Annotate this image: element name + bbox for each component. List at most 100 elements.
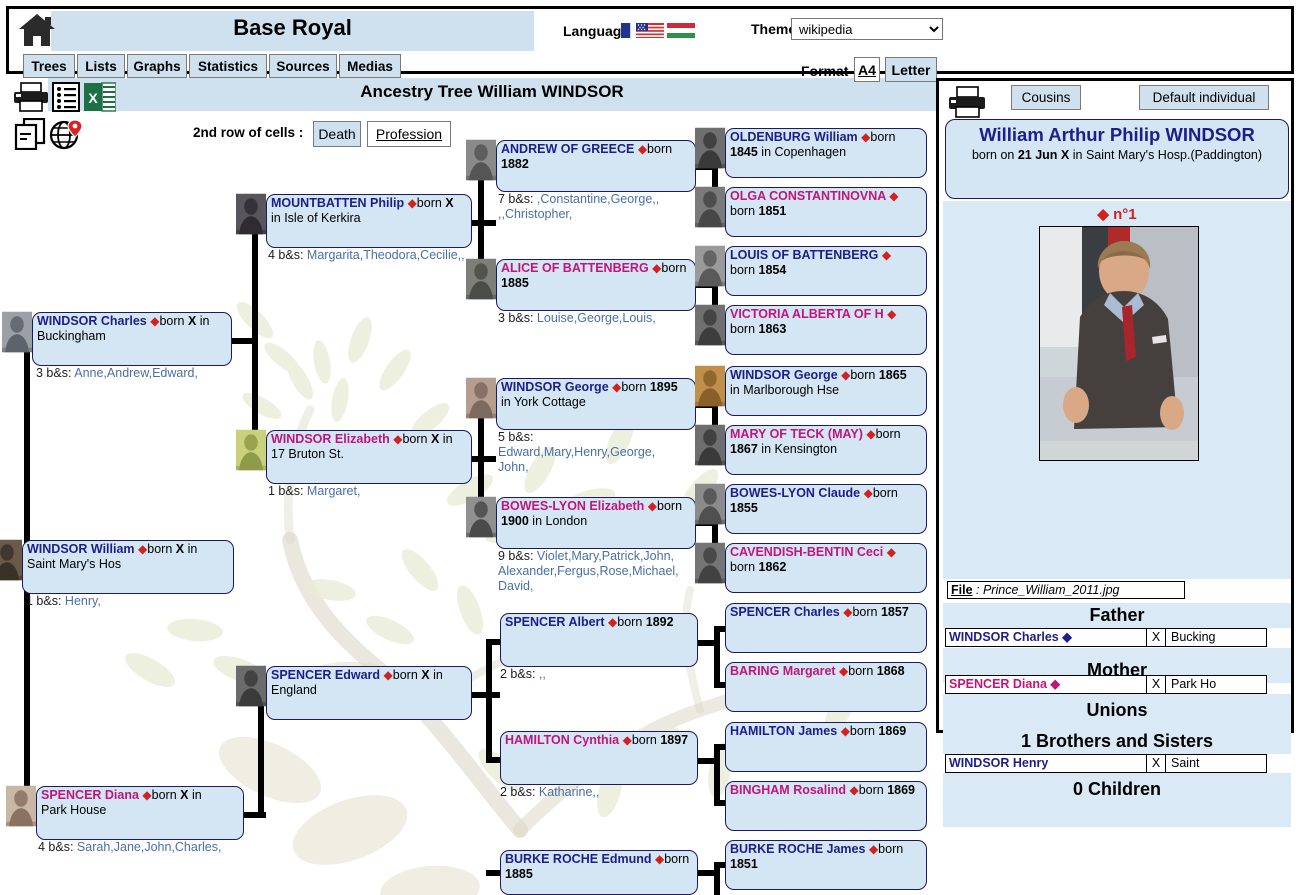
tree-card-olga-constantinovna[interactable]: OLGA CONSTANTINOVNA ◆ born 1851 xyxy=(725,187,927,237)
mother-name[interactable]: SPENCER Diana ◆ xyxy=(946,676,1146,693)
death-button[interactable]: Death xyxy=(313,121,361,147)
tree-card-spencer-albert[interactable]: SPENCER Albert ◆born 1892 xyxy=(500,613,698,667)
mother-row[interactable]: SPENCER Diana ◆ X Park Ho xyxy=(945,675,1267,694)
person-thumbnail-spencer-edward[interactable] xyxy=(236,658,266,714)
person-thumbnail-windsor-charles[interactable] xyxy=(2,304,32,360)
tab-cousins[interactable]: Cousins xyxy=(1011,85,1081,110)
selected-person-card[interactable]: William Arthur Philip WINDSOR born on 21… xyxy=(945,119,1289,199)
tree-card-oldenburg-william[interactable]: OLDENBURG William ◆born 1845 in Copenhage… xyxy=(725,128,927,178)
tree-card-spencer-edward[interactable]: SPENCER Edward ◆born X in England xyxy=(266,666,472,720)
siblings-names[interactable]: Margarita,Theodora,Cecilie,, xyxy=(307,248,465,262)
profession-button[interactable]: Profession xyxy=(367,121,451,147)
person-thumbnail-andrew-of-greece[interactable] xyxy=(466,132,496,188)
tree-card-alice-of-battenberg[interactable]: ALICE OF BATTENBERG ◆born 1885 xyxy=(496,259,696,311)
person-thumbnail-windsor-elizabeth[interactable] xyxy=(236,422,266,478)
tree-card-baring-margaret[interactable]: BARING Margaret ◆born 1868 xyxy=(725,662,927,712)
tree-title: Ancestry Tree William WINDSOR xyxy=(360,82,624,101)
card-name: OLGA CONSTANTINOVNA xyxy=(730,189,890,203)
application-header: Base Royal Trees Lists Graphs Statistics Sou… xyxy=(6,6,1294,82)
person-thumbnail-mary-of-teck[interactable] xyxy=(695,417,725,473)
tree-card-windsor-charles[interactable]: WINDSOR Charles ◆born X in Buckingham xyxy=(32,312,232,366)
tree-card-mary-of-teck[interactable]: MARY OF TECK (MAY) ◆born 1867 in Kensingt… xyxy=(725,425,927,475)
nav-tab-graphs[interactable]: Graphs xyxy=(127,54,187,78)
tree-card-spencer-diana[interactable]: SPENCER Diana ◆born X in Park House xyxy=(36,786,244,840)
diamond-icon: ◆ xyxy=(849,783,859,797)
siblings-names[interactable]: Margaret, xyxy=(307,484,361,498)
tree-card-bowes-lyon-claude[interactable]: BOWES-LYON Claude ◆born 1855 xyxy=(725,484,927,534)
theme-select[interactable]: wikipedia xyxy=(791,18,943,40)
tree-card-burke-roche-james[interactable]: BURKE ROCHE James ◆born 1851 xyxy=(725,840,927,890)
nav-tab-trees[interactable]: Trees xyxy=(23,54,75,78)
siblings-names[interactable]: ,Constantine,George,, ,,Christopher, xyxy=(498,192,659,221)
tree-card-bowes-lyon-elizabeth[interactable]: BOWES-LYON Elizabeth ◆born 1900 in London xyxy=(496,497,696,549)
nav-tab-statistics[interactable]: Statistics xyxy=(189,54,267,78)
list-icon[interactable] xyxy=(52,82,80,117)
tree-card-windsor-george-1895[interactable]: WINDSOR George ◆born 1895 in York Cottage xyxy=(496,378,696,430)
father-name[interactable]: WINDSOR Charles ◆ xyxy=(946,629,1146,646)
tree-card-mountbatten-philip[interactable]: MOUNTBATTEN Philip ◆born X in Isle of Ker… xyxy=(266,194,472,248)
person-thumbnail-mountbatten-philip[interactable] xyxy=(236,186,266,242)
siblings-names[interactable]: Louise,George,Louis, xyxy=(537,311,656,325)
tree-card-andrew-of-greece[interactable]: ANDREW OF GREECE ◆born 1882 xyxy=(496,140,696,192)
tree-card-windsor-elizabeth[interactable]: WINDSOR Elizabeth ◆born X in 17 Bruton St… xyxy=(266,430,472,484)
person-thumbnail-cavendish-bentin-ceci[interactable] xyxy=(695,535,725,591)
person-thumbnail-olga-constantinovna[interactable] xyxy=(695,179,725,235)
tree-card-bingham-rosalind[interactable]: BINGHAM Rosalind ◆born 1869 xyxy=(725,781,927,831)
person-thumbnail-bowes-lyon-elizabeth[interactable] xyxy=(466,489,496,545)
person-thumbnail-windsor-george-1895[interactable] xyxy=(466,370,496,426)
person-thumbnail-windsor-william[interactable] xyxy=(0,532,22,588)
sibling-name[interactable]: WINDSOR Henry xyxy=(946,755,1146,772)
siblings-names[interactable]: Henry, xyxy=(65,594,101,608)
format-label: Format xyxy=(801,63,849,79)
globe-pin-icon[interactable] xyxy=(48,118,84,155)
panel-printer-icon[interactable] xyxy=(947,86,987,123)
printer-icon[interactable] xyxy=(12,82,50,117)
person-thumbnail-victoria-alberta[interactable] xyxy=(695,297,725,353)
siblings-names[interactable]: Edward,Mary,Henry,George, John, xyxy=(498,445,655,474)
format-a4-button[interactable]: A4 xyxy=(854,57,880,82)
siblings-names[interactable]: Sarah,Jane,John,Charles, xyxy=(77,840,222,854)
person-thumbnail-windsor-george-1865[interactable] xyxy=(695,358,725,414)
nav-tab-medias[interactable]: Medias xyxy=(339,54,401,78)
person-thumbnail-oldenburg-william[interactable] xyxy=(695,120,725,176)
tree-card-burke-roche-edmund[interactable]: BURKE ROCHE Edmund ◆born 1885 xyxy=(500,850,698,895)
tree-card-windsor-william[interactable]: WINDSOR William ◆born X in Saint Mary's H… xyxy=(22,540,234,594)
card-born: born X in xyxy=(147,542,198,556)
father-x-button[interactable]: X xyxy=(1146,629,1166,646)
photo-file-row[interactable]: File : Prince_William_2011.jpg xyxy=(947,581,1185,599)
tree-card-spencer-charles[interactable]: SPENCER Charles ◆born 1857 xyxy=(725,603,927,653)
tree-card-windsor-george-1865[interactable]: WINDSOR George ◆born 1865 in Marlborough … xyxy=(725,366,927,416)
siblings-names[interactable]: Violet,Mary,Patrick,John, Alexander,Ferg… xyxy=(498,549,679,593)
nav-tab-lists[interactable]: Lists xyxy=(77,54,125,78)
nav-tab-sources[interactable]: Sources xyxy=(269,54,337,78)
siblings-names[interactable]: ,, xyxy=(539,667,546,681)
father-row[interactable]: WINDSOR Charles ◆ X Bucking xyxy=(945,628,1267,647)
tree-card-hamilton-james[interactable]: HAMILTON James ◆born 1869 xyxy=(725,722,927,772)
tab-default-individual[interactable]: Default individual xyxy=(1139,85,1269,110)
format-letter-button[interactable]: Letter xyxy=(885,57,937,82)
card-name: SPENCER Albert xyxy=(505,615,609,629)
siblings-names[interactable]: Katharine,, xyxy=(539,785,599,799)
tree-card-louis-of-battenberg[interactable]: LOUIS OF BATTENBERG ◆ born 1854 xyxy=(725,246,927,296)
diamond-icon: ◆ xyxy=(637,142,648,156)
card-place: 1867 in Kensington xyxy=(730,442,838,456)
person-photo[interactable] xyxy=(1039,226,1199,461)
us-flag-icon[interactable] xyxy=(636,23,664,38)
person-thumbnail-louis-of-battenberg[interactable] xyxy=(695,238,725,294)
tree-card-victoria-alberta[interactable]: VICTORIA ALBERTA OF H ◆ born 1863 xyxy=(725,305,927,355)
person-thumbnail-bowes-lyon-claude[interactable] xyxy=(695,476,725,532)
excel-icon[interactable]: X xyxy=(84,82,117,117)
mother-x-button[interactable]: X xyxy=(1146,676,1166,693)
siblings-names[interactable]: Anne,Andrew,Edward, xyxy=(74,366,198,380)
diamond-icon: ◆ xyxy=(881,248,892,262)
person-thumbnail-alice-of-battenberg[interactable] xyxy=(466,251,496,307)
person-thumbnail-spencer-diana[interactable] xyxy=(6,778,36,834)
copy-icon[interactable] xyxy=(14,117,48,155)
tree-card-cavendish-bentin-ceci[interactable]: CAVENDISH-BENTIN Ceci ◆ born 1862 xyxy=(725,543,927,593)
hu-flag-icon[interactable] xyxy=(667,23,695,38)
sibling-x-button[interactable]: X xyxy=(1146,755,1166,772)
card-born: born xyxy=(664,852,690,866)
tree-card-hamilton-cynthia[interactable]: HAMILTON Cynthia ◆born 1897 xyxy=(500,731,698,785)
sibling-row[interactable]: WINDSOR Henry X Saint xyxy=(945,754,1267,773)
card-name: WINDSOR Elizabeth xyxy=(271,432,394,446)
